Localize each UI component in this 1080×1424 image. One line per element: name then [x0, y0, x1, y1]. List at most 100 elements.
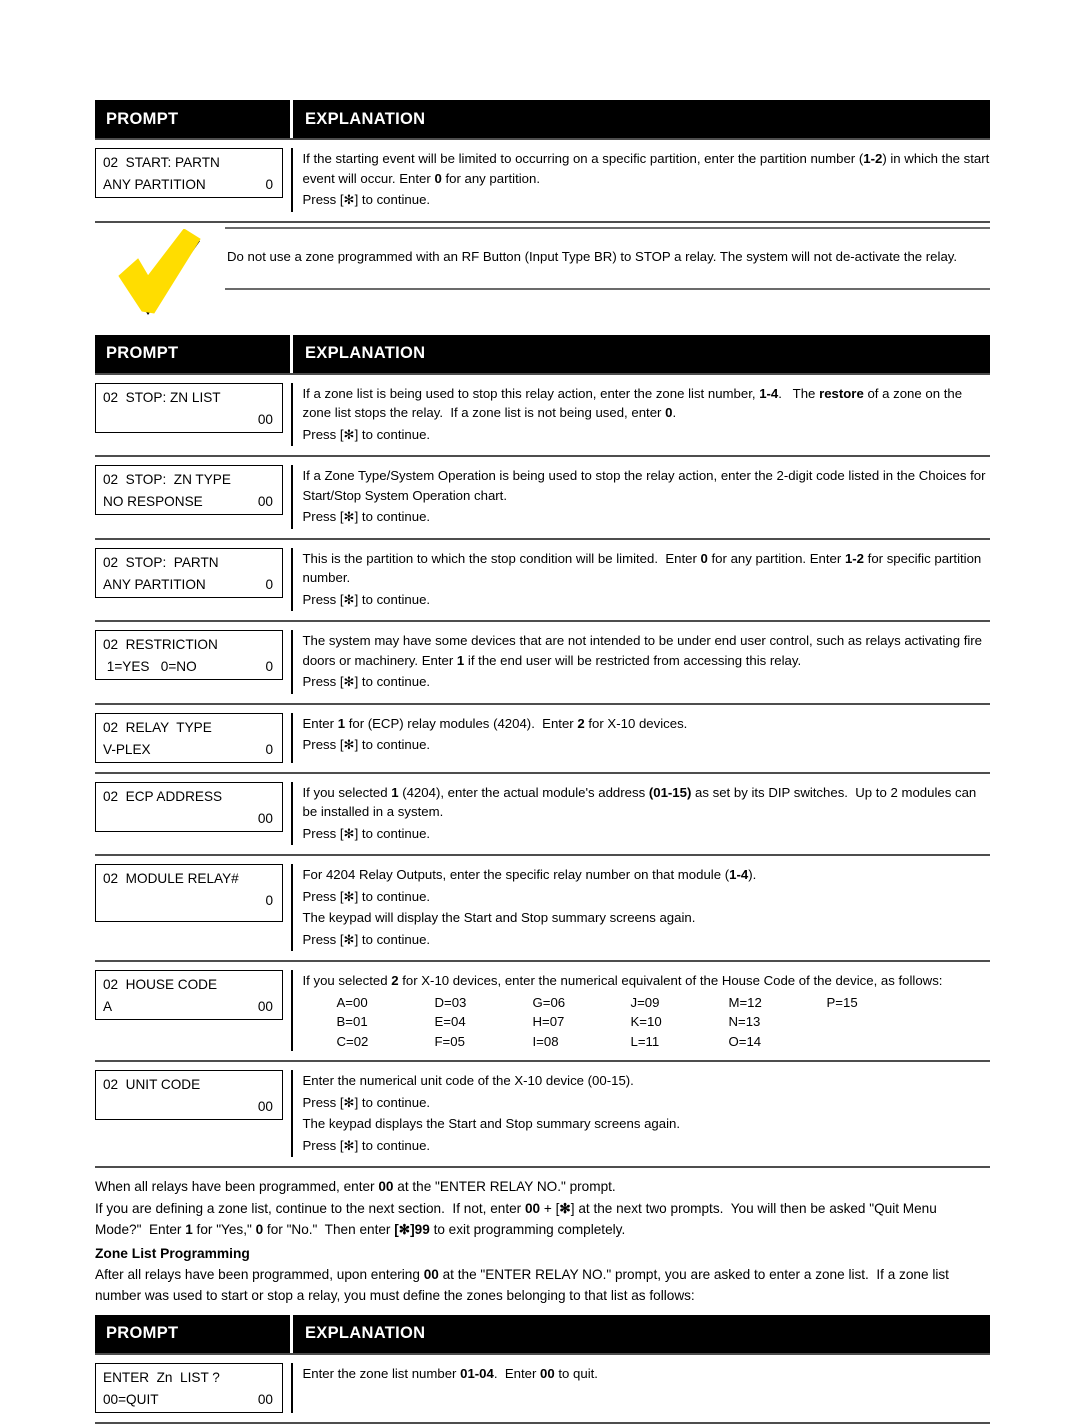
explanation-line: Press [✻] to continue.	[302, 737, 431, 752]
explanation-line: If the starting event will be limited to…	[302, 151, 990, 186]
column-divider	[291, 712, 293, 763]
column-divider	[291, 630, 293, 694]
column-divider	[291, 970, 293, 1051]
table-row: 02 RELAY TYPE V-PLEX 0 Enter 1 for (ECP)…	[95, 705, 990, 772]
house-code-cell: F=05	[434, 1033, 465, 1049]
keypad-display: 02 STOP: ZN LIST 00	[95, 382, 283, 433]
row-separator	[95, 1421, 990, 1424]
lcd-line-2: 00	[103, 1096, 275, 1118]
explanation-line: If a zone list is being used to stop thi…	[302, 385, 963, 421]
explanation-cell: If you selected 2 for X-10 devices, ente…	[303, 970, 991, 1051]
page-footer: – 24 –	[519, 1312, 561, 1329]
prompt-cell: 02 STOP: PARTN ANY PARTITION 0	[95, 547, 291, 598]
note-text: Do not use a zone programmed with an RF …	[227, 248, 958, 264]
keypad-display: 02 ECP ADDRESS 00	[95, 781, 283, 832]
closing-paragraphs: When all relays have been programmed, en…	[95, 1168, 990, 1309]
explanation-line: The keypad will display the Start and St…	[302, 910, 696, 925]
prompt-cell: 02 HOUSE CODE A 00	[95, 970, 291, 1020]
lcd-line-1: 02 MODULE RELAY#	[103, 871, 239, 886]
lcd-line-1: 02 RELAY TYPE	[103, 719, 212, 735]
yellow-checkmark-icon	[118, 228, 201, 315]
lcd-line-2: 0	[103, 890, 275, 912]
lcd-line-1: 02 STOP: PARTN	[103, 554, 219, 570]
house-code-cell: L=11	[630, 1033, 660, 1049]
explanation-line: Press [✻] to continue.	[302, 888, 431, 904]
warning-note: Do not use a zone programmed with an RF …	[95, 223, 990, 321]
explanation-cell: The system may have some devices that ar…	[303, 630, 991, 694]
house-code-cell	[827, 1012, 925, 1032]
keypad-display: ENTER Zn LIST ? 00=QUIT 00	[95, 1362, 283, 1413]
explanation-cell: Enter the zone list number 01-04. Enter …	[303, 1363, 991, 1386]
house-code-cell: G=06	[532, 994, 566, 1010]
lcd-line-2-text: NO RESPONSE	[103, 494, 203, 509]
lcd-line-1: 02 START: PARTN	[103, 155, 220, 170]
explanation-line: For 4204 Relay Outputs, enter the specif…	[302, 867, 757, 882]
lcd-line-1: 02 HOUSE CODE	[103, 977, 218, 992]
lcd-line-2: 1=YES 0=NO 0	[103, 656, 275, 678]
lcd-line-2-text: A	[103, 999, 113, 1014]
explanation-line: Press [✻] to continue.	[302, 591, 431, 607]
lcd-value: 0	[265, 576, 273, 592]
explanation-line: Enter the numerical unit code of the X-1…	[302, 1073, 634, 1088]
table-row: ENTER Zn LIST ? 00=QUIT 00 Enter the zon…	[95, 1355, 990, 1422]
house-code-table: A=00 D=03 G=06 J=09 M=12 P=15 B=01 E=04 …	[303, 993, 991, 1052]
lcd-line-2: 00	[103, 808, 275, 830]
explanation-cell: If you selected 1 (4204), enter the actu…	[303, 782, 991, 846]
lcd-line-1: ENTER Zn LIST ?	[103, 1369, 220, 1385]
lcd-value: 00	[257, 1099, 273, 1114]
table-row: 02 ECP ADDRESS 00 If you selected 1 (420…	[95, 774, 990, 855]
house-code-cell: O=14	[728, 1033, 762, 1049]
prompt-cell: 02 RESTRICTION 1=YES 0=NO 0	[95, 630, 291, 680]
keypad-display: 02 RESTRICTION 1=YES 0=NO 0	[95, 630, 283, 680]
table-row: 02 STOP: ZN LIST 00 If a zone list is be…	[95, 375, 990, 456]
lcd-line-2-text: V-PLEX	[103, 741, 151, 757]
lcd-line-2-text: 00=QUIT	[103, 1391, 159, 1407]
explanation-cell: For 4204 Relay Outputs, enter the specif…	[303, 864, 991, 951]
column-divider	[291, 864, 293, 951]
note-body: Do not use a zone programmed with an RF …	[225, 226, 990, 290]
explanation-line: Press [✻] to continue.	[302, 192, 431, 207]
house-code-cell	[827, 1032, 925, 1052]
table-header-2: PROMPT EXPLANATION	[95, 334, 990, 373]
note-icon-column	[95, 227, 225, 321]
explanation-line: Press [✻] to continue.	[302, 931, 431, 947]
prompt-cell: 02 STOP: ZN TYPE NO RESPONSE 00	[95, 465, 291, 515]
explanation-cell: If a zone list is being used to stop thi…	[303, 383, 991, 447]
explanation-line: Press [✻] to continue.	[302, 825, 431, 841]
header-explanation-label: EXPLANATION	[305, 109, 426, 128]
keypad-display: 02 UNIT CODE 00	[95, 1070, 283, 1120]
keypad-display: 02 MODULE RELAY# 0	[95, 864, 283, 922]
explanation-line: If you selected 2 for X-10 devices, ente…	[302, 973, 943, 988]
explanation-line: This is the partition to which the stop …	[302, 550, 982, 586]
prompt-cell: 02 MODULE RELAY# 0	[95, 864, 291, 922]
prompt-cell: ENTER Zn LIST ? 00=QUIT 00	[95, 1362, 291, 1413]
house-code-cell: J=09	[630, 994, 660, 1010]
house-code-cell: D=03	[434, 994, 467, 1010]
column-divider	[291, 465, 293, 529]
lcd-value: 00	[257, 411, 273, 427]
column-divider	[291, 1362, 293, 1413]
column-divider	[291, 382, 293, 446]
table-row: 02 MODULE RELAY# 0 For 4204 Relay Output…	[95, 856, 990, 960]
lcd-line-2: NO RESPONSE 00	[103, 491, 275, 513]
explanation-line: If a Zone Type/System Operation is being…	[302, 468, 986, 503]
lcd-line-2: 00	[103, 409, 275, 431]
table-row: 02 RESTRICTION 1=YES 0=NO 0 The system m…	[95, 622, 990, 703]
explanation-cell: Enter the numerical unit code of the X-1…	[303, 1070, 991, 1157]
house-code-cell: C=02	[336, 1033, 369, 1049]
house-code-cell: H=07	[532, 1014, 565, 1029]
lcd-line-2-text: ANY PARTITION	[103, 177, 206, 192]
explanation-line: The system may have some devices that ar…	[302, 633, 983, 668]
closing-para-3: After all relays have been programmed, u…	[95, 1266, 949, 1304]
lcd-line-2: ANY PARTITION 0	[103, 574, 275, 596]
explanation-line: Press [✻] to continue.	[302, 426, 431, 442]
table-row: 02 STOP: PARTN ANY PARTITION 0 This is t…	[95, 540, 990, 621]
prompt-cell: 02 ECP ADDRESS 00	[95, 781, 291, 832]
table-row: 02 UNIT CODE 00 Enter the numerical unit…	[95, 1062, 990, 1166]
lcd-value: 0	[265, 659, 273, 674]
table-row: 02 START: PARTN ANY PARTITION 0 If the s…	[95, 140, 990, 221]
explanation-cell: If the starting event will be limited to…	[303, 148, 991, 212]
house-code-cell: I=08	[532, 1033, 559, 1049]
lcd-value: 0	[265, 177, 273, 192]
lcd-line-1: 02 RESTRICTION	[103, 637, 218, 652]
